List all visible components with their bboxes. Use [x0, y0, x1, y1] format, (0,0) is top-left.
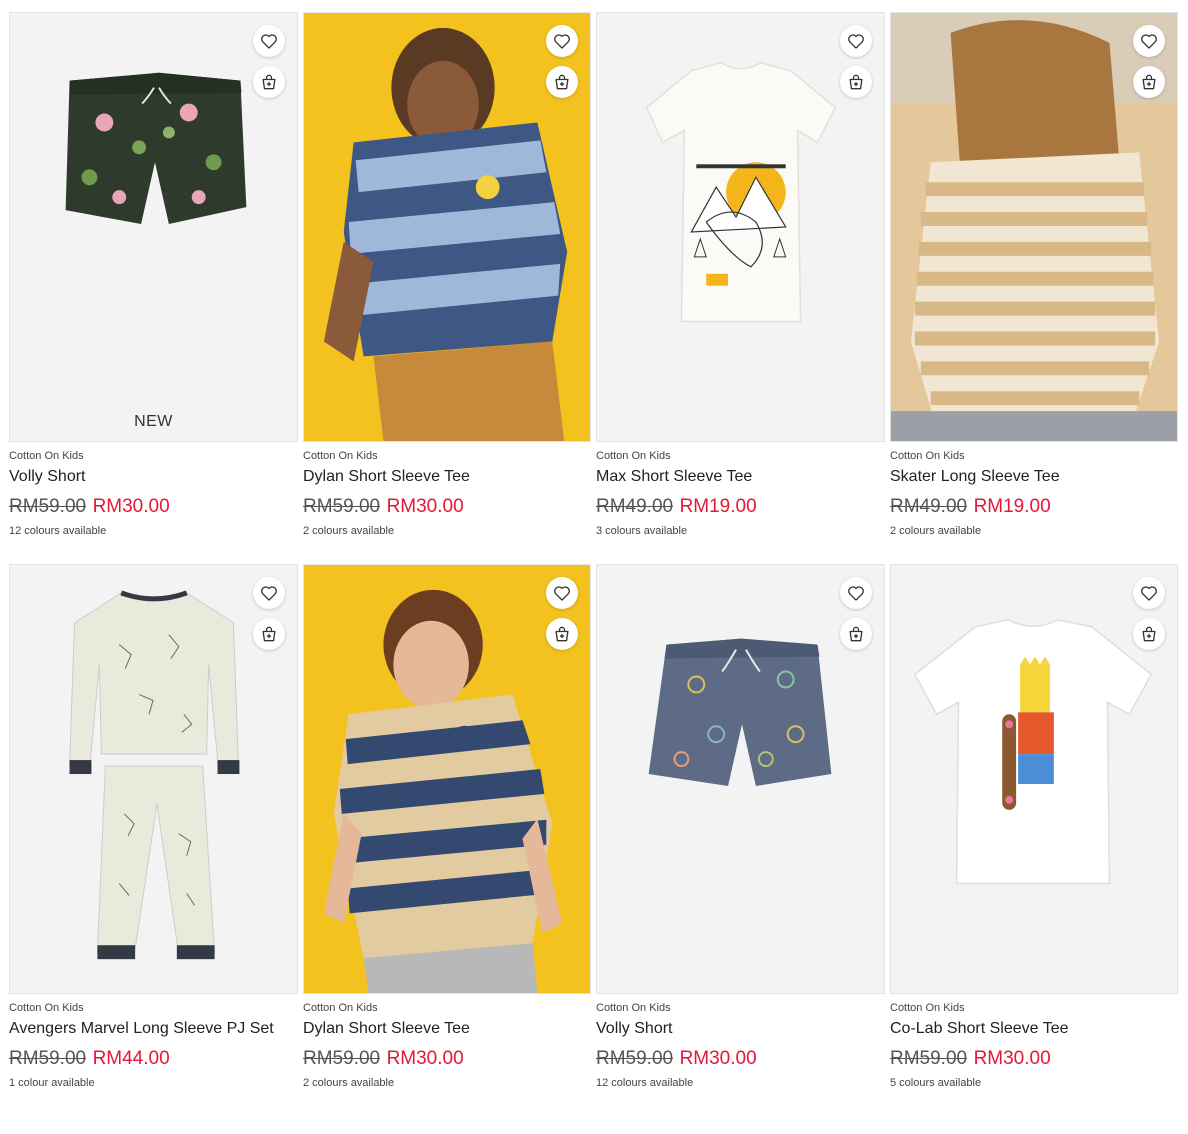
original-price: RM59.00 — [303, 1048, 381, 1069]
product-price: RM49.00 RM19.00 — [596, 495, 885, 520]
product-name[interactable]: Dylan Short Sleeve Tee — [303, 467, 591, 487]
add-to-bag-button[interactable] — [546, 66, 578, 98]
sale-price: RM30.00 — [386, 1048, 464, 1069]
heart-icon — [261, 34, 277, 49]
product-card[interactable]: Cotton On Kids Dylan Short Sleeve Tee RM… — [303, 564, 591, 1090]
sale-price: RM30.00 — [973, 1048, 1051, 1069]
product-name[interactable]: Dylan Short Sleeve Tee — [303, 1019, 591, 1039]
original-price: RM59.00 — [303, 496, 381, 517]
product-brand: Cotton On Kids — [890, 450, 965, 462]
sale-price: RM30.00 — [679, 1048, 757, 1069]
product-price: RM59.00 RM30.00 — [303, 495, 591, 520]
sale-price: RM19.00 — [679, 496, 757, 517]
product-price: RM49.00 RM19.00 — [890, 495, 1178, 520]
heart-icon — [554, 34, 570, 49]
original-price: RM49.00 — [890, 496, 968, 517]
product-brand: Cotton On Kids — [890, 1002, 965, 1014]
colours-available: 12 colours available — [9, 525, 107, 537]
product-price: RM59.00 RM30.00 — [9, 495, 298, 520]
wishlist-button[interactable] — [840, 577, 872, 609]
add-to-bag-button[interactable] — [1133, 66, 1165, 98]
product-card[interactable]: Cotton On Kids Avengers Marvel Long Slee… — [9, 564, 298, 1090]
product-image[interactable] — [890, 564, 1178, 994]
sale-price: RM30.00 — [386, 496, 464, 517]
product-name[interactable]: Co-Lab Short Sleeve Tee — [890, 1019, 1178, 1039]
product-card[interactable]: Cotton On Kids Skater Long Sleeve Tee RM… — [890, 12, 1178, 538]
wishlist-button[interactable] — [253, 25, 285, 57]
heart-icon — [848, 586, 864, 601]
colours-available: 2 colours available — [303, 1077, 395, 1089]
product-card[interactable]: Cotton On Kids Volly Short RM59.00 RM30.… — [596, 564, 885, 1090]
sale-price: RM30.00 — [92, 496, 170, 517]
product-card[interactable]: Cotton On Kids Co-Lab Short Sleeve Tee R… — [890, 564, 1178, 1090]
product-name[interactable]: Avengers Marvel Long Sleeve PJ Set — [9, 1019, 298, 1039]
product-brand: Cotton On Kids — [303, 450, 378, 462]
colours-available: 3 colours available — [596, 525, 688, 537]
product-grid: NEW Cotton On Kids Volly Short RM59.00 R… — [9, 12, 1179, 1090]
product-brand: Cotton On Kids — [596, 450, 671, 462]
original-price: RM59.00 — [890, 1048, 968, 1069]
product-image[interactable] — [596, 12, 885, 442]
bag-plus-icon — [849, 626, 863, 642]
sale-price: RM44.00 — [92, 1048, 170, 1069]
wishlist-button[interactable] — [546, 577, 578, 609]
add-to-bag-button[interactable] — [1133, 618, 1165, 650]
product-price: RM59.00 RM30.00 — [890, 1047, 1178, 1072]
add-to-bag-button[interactable] — [253, 618, 285, 650]
wishlist-button[interactable] — [840, 25, 872, 57]
add-to-bag-button[interactable] — [840, 66, 872, 98]
bag-plus-icon — [1142, 74, 1156, 90]
colours-available: 2 colours available — [890, 525, 982, 537]
bag-plus-icon — [555, 74, 569, 90]
product-image[interactable] — [9, 564, 298, 994]
wishlist-button[interactable] — [1133, 577, 1165, 609]
heart-icon — [554, 586, 570, 601]
bag-plus-icon — [262, 74, 276, 90]
product-image[interactable] — [596, 564, 885, 994]
product-name[interactable]: Skater Long Sleeve Tee — [890, 467, 1178, 487]
product-price: RM59.00 RM44.00 — [9, 1047, 298, 1072]
colours-available: 1 colour available — [9, 1077, 95, 1089]
bag-plus-icon — [555, 626, 569, 642]
product-image[interactable] — [890, 12, 1178, 442]
heart-icon — [261, 586, 277, 601]
original-price: RM59.00 — [596, 1048, 674, 1069]
wishlist-button[interactable] — [253, 577, 285, 609]
product-price: RM59.00 RM30.00 — [596, 1047, 885, 1072]
heart-icon — [1141, 34, 1157, 49]
colours-available: 12 colours available — [596, 1077, 694, 1089]
original-price: RM49.00 — [596, 496, 674, 517]
add-to-bag-button[interactable] — [253, 66, 285, 98]
product-card[interactable]: Cotton On Kids Max Short Sleeve Tee RM49… — [596, 12, 885, 538]
product-name[interactable]: Volly Short — [596, 1019, 885, 1039]
product-card[interactable]: NEW Cotton On Kids Volly Short RM59.00 R… — [9, 12, 298, 538]
colours-available: 2 colours available — [303, 525, 395, 537]
colours-available: 5 colours available — [890, 1077, 982, 1089]
product-brand: Cotton On Kids — [303, 1002, 378, 1014]
product-price: RM59.00 RM30.00 — [303, 1047, 591, 1072]
product-image[interactable]: NEW — [9, 12, 298, 442]
product-brand: Cotton On Kids — [9, 1002, 84, 1014]
product-brand: Cotton On Kids — [9, 450, 84, 462]
product-name[interactable]: Volly Short — [9, 467, 298, 487]
heart-icon — [1141, 586, 1157, 601]
product-brand: Cotton On Kids — [596, 1002, 671, 1014]
bag-plus-icon — [262, 626, 276, 642]
product-card[interactable]: Cotton On Kids Dylan Short Sleeve Tee RM… — [303, 12, 591, 538]
new-badge: NEW — [134, 413, 173, 430]
product-image[interactable] — [303, 564, 591, 994]
wishlist-button[interactable] — [1133, 25, 1165, 57]
heart-icon — [848, 34, 864, 49]
add-to-bag-button[interactable] — [840, 618, 872, 650]
bag-plus-icon — [849, 74, 863, 90]
original-price: RM59.00 — [9, 1048, 87, 1069]
bag-plus-icon — [1142, 626, 1156, 642]
product-name[interactable]: Max Short Sleeve Tee — [596, 467, 885, 487]
wishlist-button[interactable] — [546, 25, 578, 57]
product-image[interactable] — [303, 12, 591, 442]
sale-price: RM19.00 — [973, 496, 1051, 517]
add-to-bag-button[interactable] — [546, 618, 578, 650]
original-price: RM59.00 — [9, 496, 87, 517]
